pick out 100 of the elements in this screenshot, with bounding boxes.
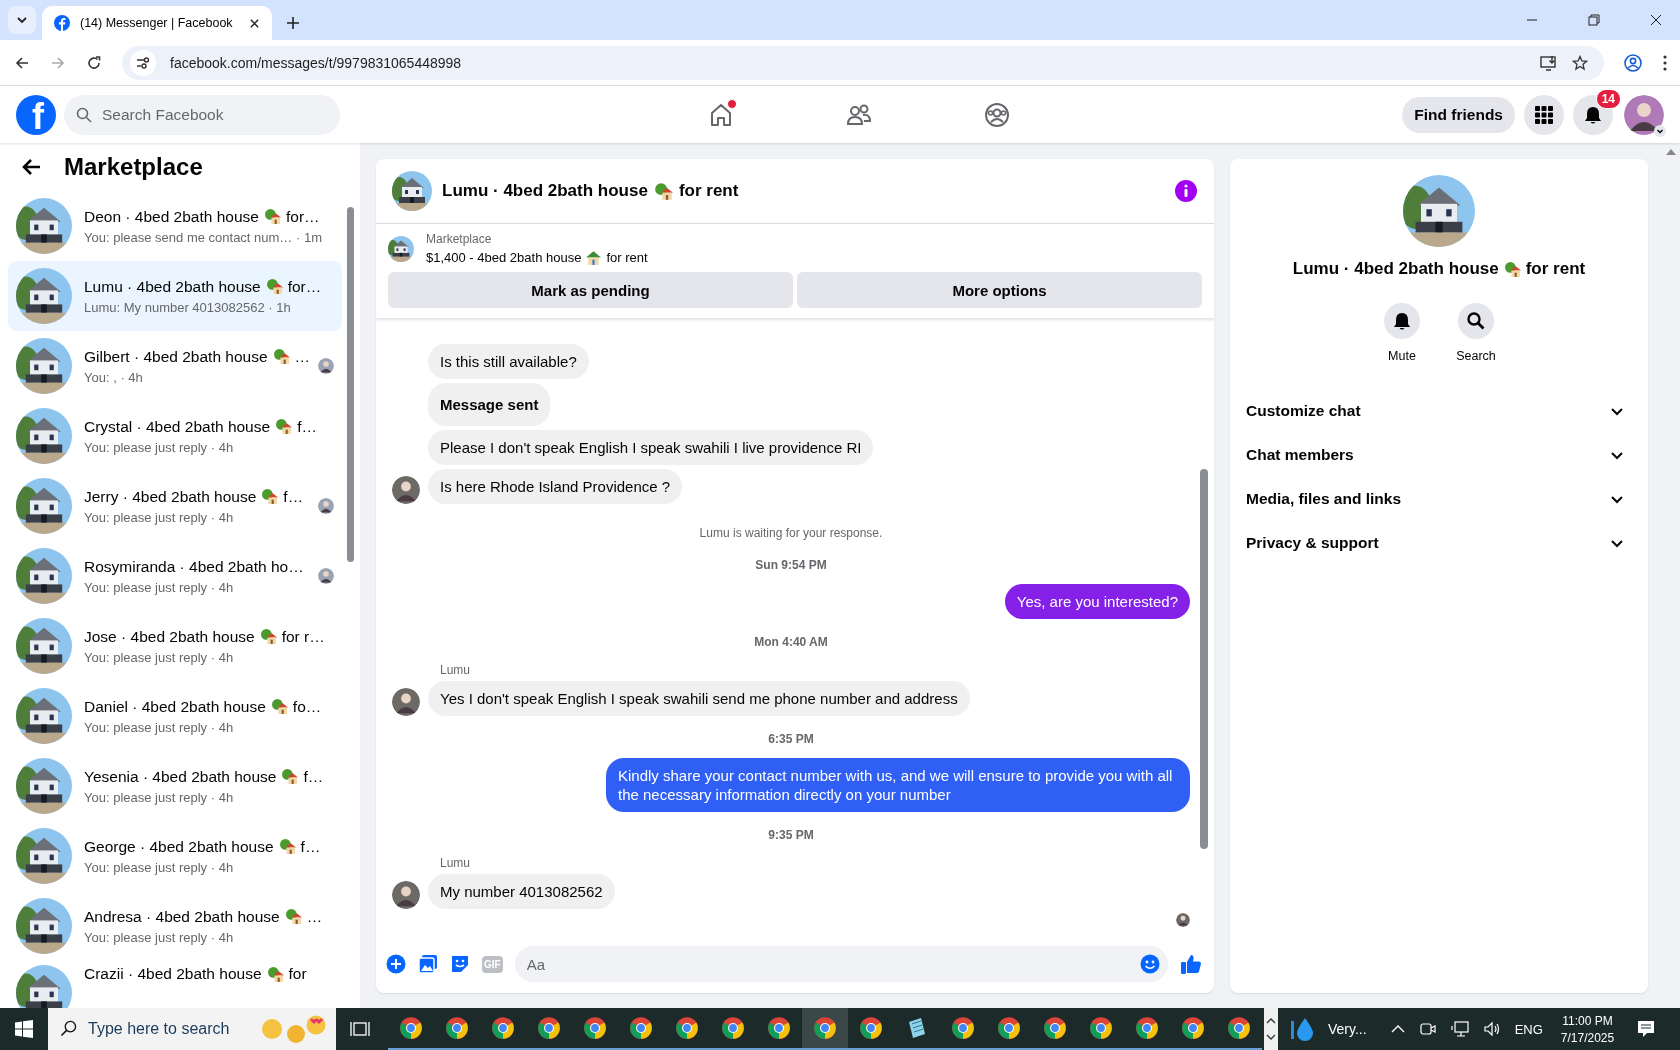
chat-title-end: for rent [1525, 259, 1586, 279]
site-settings-icon[interactable] [130, 49, 156, 76]
listing-action-button[interactable]: Mark as pending [388, 272, 793, 308]
notification-center-icon[interactable] [1636, 1019, 1657, 1039]
message-bubble: Is this still available? [428, 344, 589, 379]
conversation-item[interactable]: Deon · 4bed 2bath house for… You: please send me contact num… · 1m [8, 191, 342, 261]
chrome-icon [1088, 1015, 1114, 1041]
conversation-item[interactable]: George · 4bed 2bath house f… You: please just reply · 4h [8, 821, 342, 891]
new-tab-icon[interactable] [286, 16, 300, 30]
notifications-button[interactable] [1573, 94, 1613, 135]
taskbar-search-field[interactable]: Type here to search [48, 1008, 336, 1050]
taskbar-app[interactable] [802, 1008, 848, 1050]
notification-count: 14 [1595, 88, 1621, 109]
chrome-icon [766, 1015, 792, 1041]
section-header[interactable]: Privacy & support [1246, 521, 1632, 565]
volume-icon[interactable] [1482, 1020, 1501, 1038]
chrome-icon [444, 1015, 470, 1041]
chrome-icon [490, 1015, 516, 1041]
conversation-item[interactable]: Gilbert · 4bed 2bath house … You: , · 4h [8, 331, 342, 401]
conversation-title: George · 4bed 2bath house [84, 837, 274, 856]
conversation-item[interactable]: Andresa · 4bed 2bath house … You: please just reply · 4h [8, 891, 342, 961]
conversation-title-end: for [288, 965, 307, 983]
conversation-item[interactable]: Jerry · 4bed 2bath house f… You: please just reply · 4h [8, 471, 342, 541]
conversation-item[interactable]: Lumu · 4bed 2bath house for… Lumu: My number 4013082562 · 1h [8, 261, 342, 331]
chrome-icon [628, 1015, 654, 1041]
conversation-item[interactable]: Yesenia · 4bed 2bath house f… You: please just reply · 4h [8, 751, 342, 821]
chevron-down-icon[interactable] [1654, 124, 1666, 137]
search-field[interactable]: Search Facebook [64, 94, 340, 135]
install-app-icon[interactable] [1540, 54, 1558, 71]
reload-icon[interactable] [86, 54, 102, 71]
search-button[interactable] [1458, 303, 1494, 339]
house-tree-icon [653, 181, 673, 201]
listing-action-button[interactable]: More options [797, 272, 1202, 308]
conversation-item[interactable]: Jose · 4bed 2bath house for r… You: please just reply · 4h [8, 611, 342, 681]
action-label: Search [1456, 349, 1496, 363]
close-icon[interactable] [249, 17, 260, 29]
section-header[interactable]: Media, files and links [1246, 477, 1632, 521]
back-arrow-icon[interactable] [22, 157, 42, 177]
chrome-icon [812, 1015, 838, 1041]
restore-icon[interactable] [1588, 14, 1600, 26]
image-icon[interactable] [418, 954, 438, 974]
conversation-title: Daniel · 4bed 2bath house [84, 697, 266, 716]
chevron-down-icon [16, 14, 28, 26]
scroll-up-arrow-icon[interactable] [1666, 149, 1676, 155]
chrome-icon [398, 1015, 424, 1041]
close-window-icon[interactable] [1650, 14, 1662, 26]
profile-avatar[interactable] [1624, 94, 1664, 135]
thumbs-up-icon[interactable] [1180, 953, 1202, 975]
language-indicator[interactable]: ENG [1514, 1021, 1543, 1037]
weather-text[interactable]: Very... [1328, 1021, 1367, 1037]
conversation-title-end: for… [285, 207, 320, 226]
message-preview: You: please just reply · 4h [84, 719, 235, 735]
conversation-title: Lumu · 4bed 2bath house [84, 277, 261, 296]
conversation-title-end: for r… [281, 627, 325, 646]
conversation-title: Jerry · 4bed 2bath house [84, 487, 257, 506]
taskbar-scroll-button[interactable] [1264, 1008, 1278, 1050]
listing-title[interactable]: $1,400 - 4bed 2bath house [426, 250, 582, 265]
chrome-icon [674, 1015, 700, 1041]
sticker-icon[interactable] [450, 954, 470, 974]
menu-button[interactable] [1524, 94, 1564, 135]
tab-search-button[interactable] [8, 6, 36, 34]
listing-title-end[interactable]: for rent [606, 250, 648, 265]
message-bubble: Is here Rhode Island Providence ? [428, 469, 683, 504]
scroll-arrows-icon [1266, 1016, 1276, 1042]
star-icon[interactable] [1572, 54, 1588, 71]
conversation-title: Deon · 4bed 2bath house [84, 207, 259, 226]
chrome-icon [582, 1015, 608, 1041]
clock-time[interactable]: 11:00 PM [1562, 1013, 1613, 1028]
conversation-item[interactable]: Crystal · 4bed 2bath house f… You: please just reply · 4h [8, 401, 342, 471]
chrome-icon [858, 1015, 884, 1041]
emoji-icon[interactable] [1140, 954, 1160, 974]
more-icon[interactable] [1662, 53, 1668, 72]
plus-icon[interactable] [386, 954, 406, 974]
grid-icon [1534, 104, 1554, 125]
clock-date[interactable]: 7/17/2025 [1560, 1030, 1615, 1045]
task-view-icon[interactable] [350, 1020, 370, 1038]
message-bubble: My number 4013082562 [428, 874, 615, 909]
conversation-item[interactable]: Rosymiranda · 4bed 2bath ho… You: please just reply · 4h [8, 541, 342, 611]
mute-button[interactable] [1384, 303, 1420, 339]
facebook-logo[interactable]: f [16, 94, 56, 135]
info-icon[interactable] [1174, 179, 1198, 203]
message-preview: You: please just reply · 4h [84, 509, 235, 525]
conversation-item[interactable]: Daniel · 4bed 2bath house fo… You: please just reply · 4h [8, 681, 342, 751]
browser-tab[interactable]: (14) Messenger | Facebook [42, 6, 272, 40]
camera-icon[interactable] [1418, 1020, 1437, 1038]
section-header[interactable]: Customize chat [1246, 389, 1632, 433]
section-header[interactable]: Chat members [1246, 433, 1632, 477]
profile-icon[interactable] [1624, 53, 1642, 72]
chevron-up-icon[interactable] [1390, 1024, 1405, 1034]
message-input[interactable]: Aa [514, 946, 1168, 982]
chrome-icon [1226, 1015, 1252, 1041]
conversation-title: Jose · 4bed 2bath house [84, 627, 255, 646]
address-field[interactable]: facebook.com/messages/t/9979831065448998 [122, 45, 1604, 80]
find-friends-button[interactable]: Find friends [1402, 96, 1515, 133]
message-bubble: Kindly share your contact number with us, and we will ensure to provide you with all the necessary information directly on your number [606, 758, 1190, 812]
conversation-title-end: f… [283, 487, 304, 506]
back-icon[interactable] [14, 54, 30, 71]
message-preview: You: please just reply · 4h [84, 649, 235, 665]
network-icon[interactable] [1450, 1020, 1469, 1038]
chrome-icon [1042, 1015, 1068, 1041]
